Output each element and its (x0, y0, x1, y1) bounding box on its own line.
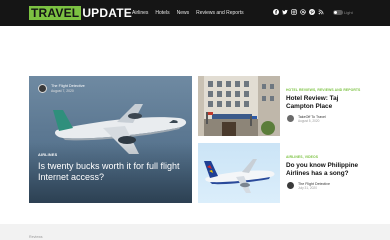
article-title[interactable]: Is twenty bucks worth it for full flight… (38, 161, 186, 183)
author-avatar (38, 84, 47, 93)
toggle-knob (334, 11, 337, 14)
card-title[interactable]: Do you know Philippine Airlines has a so… (286, 162, 366, 178)
social-links (273, 9, 324, 15)
post-date: August 5, 2020 (298, 118, 320, 123)
rss-icon[interactable] (318, 9, 324, 15)
nav-item-airlines[interactable]: Airlines (132, 10, 148, 16)
author-avatar (286, 181, 295, 190)
airline-photo[interactable] (198, 143, 280, 203)
post-date: July 31, 2020 (298, 185, 317, 190)
featured-article[interactable]: The Flight Detective August 7, 2020 AIRL… (29, 76, 192, 203)
top-navigation-bar: TRAVEL UPDATE Airlines Hotels News Revie… (0, 0, 390, 26)
post-date: August 7, 2020 (51, 89, 74, 93)
logo-update: UPDATE (82, 6, 132, 20)
card-category[interactable]: AIRLINES, VIDEOS (286, 155, 318, 159)
instagram-icon[interactable] (291, 9, 297, 15)
toggle-label: Light (344, 10, 353, 15)
card-title[interactable]: Hotel Review: Taj Campton Place (286, 95, 366, 111)
facebook-icon[interactable] (273, 9, 279, 15)
pinterest-icon[interactable] (309, 9, 315, 15)
card-author-meta: The Flight Detective July 31, 2020 (298, 182, 330, 190)
twitter-icon[interactable] (282, 9, 288, 15)
hotel-building-image (198, 76, 280, 136)
card-category[interactable]: HOTEL REVIEWS, REVIEWS AND REPORTS (286, 88, 360, 92)
email-icon[interactable] (300, 9, 306, 15)
nav-item-reviews-and-reports[interactable]: Reviews and Reports (196, 10, 244, 16)
section-label[interactable]: Reviews (29, 235, 43, 239)
card-author: The Flight Detective July 31, 2020 (286, 181, 330, 190)
logo-travel: TRAVEL (29, 6, 82, 20)
card-author: TakeOff To Travel August 5, 2020 (286, 114, 326, 123)
card-author-meta: TakeOff To Travel August 5, 2020 (298, 115, 326, 123)
site-logo[interactable]: TRAVEL UPDATE (29, 6, 132, 20)
hotel-photo[interactable] (198, 76, 280, 136)
main-menu: Airlines Hotels News Reviews and Reports (132, 10, 244, 16)
author-avatar (286, 114, 295, 123)
hero-author-meta: The Flight Detective August 7, 2020 (51, 84, 85, 93)
hero-author: The Flight Detective August 7, 2020 (38, 84, 85, 93)
dark-mode-toggle[interactable] (333, 10, 343, 15)
category-label[interactable]: AIRLINES (38, 153, 57, 158)
nav-item-hotels[interactable]: Hotels (155, 10, 169, 16)
airplane-photo (204, 159, 275, 193)
nav-item-news[interactable]: News (177, 10, 190, 16)
